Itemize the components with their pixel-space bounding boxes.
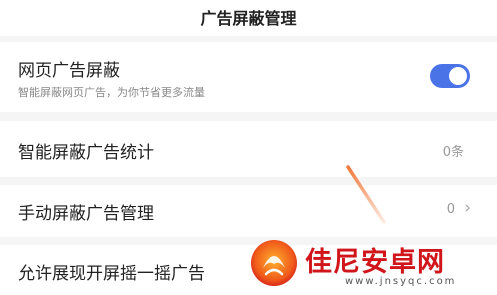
settings-row-shake-ads[interactable]: 允许展现开屏摇一摇广告 [0, 245, 497, 295]
toggle-knob [449, 67, 467, 85]
manual-count: 0 [446, 202, 455, 217]
web-ads-toggle[interactable] [430, 64, 470, 88]
shake-ads-label: 允许展现开屏摇一摇广告 [18, 264, 205, 284]
web-ads-label: 网页广告屏蔽 [18, 61, 120, 81]
web-ads-description: 智能屏蔽网页广告，为你节省更多流量 [18, 86, 205, 99]
page-title: 广告屏蔽管理 [200, 9, 297, 28]
chevron-right-icon: › [464, 198, 471, 218]
smart-stats-count: 0条 [442, 145, 464, 160]
top-bar: 广告屏蔽管理 [0, 0, 497, 36]
manual-label: 手动屏蔽广告管理 [18, 204, 154, 224]
settings-row-web-ads[interactable]: 网页广告屏蔽 智能屏蔽网页广告，为你节省更多流量 [0, 42, 497, 112]
smart-stats-label: 智能屏蔽广告统计 [18, 143, 154, 163]
settings-row-manual[interactable]: 手动屏蔽广告管理 0 › [0, 185, 497, 237]
settings-row-smart-stats[interactable]: 智能屏蔽广告统计 0条 [0, 121, 497, 177]
ad-block-settings-screen: 广告屏蔽管理 网页广告屏蔽 智能屏蔽网页广告，为你节省更多流量 智能屏蔽广告统计… [0, 0, 497, 295]
